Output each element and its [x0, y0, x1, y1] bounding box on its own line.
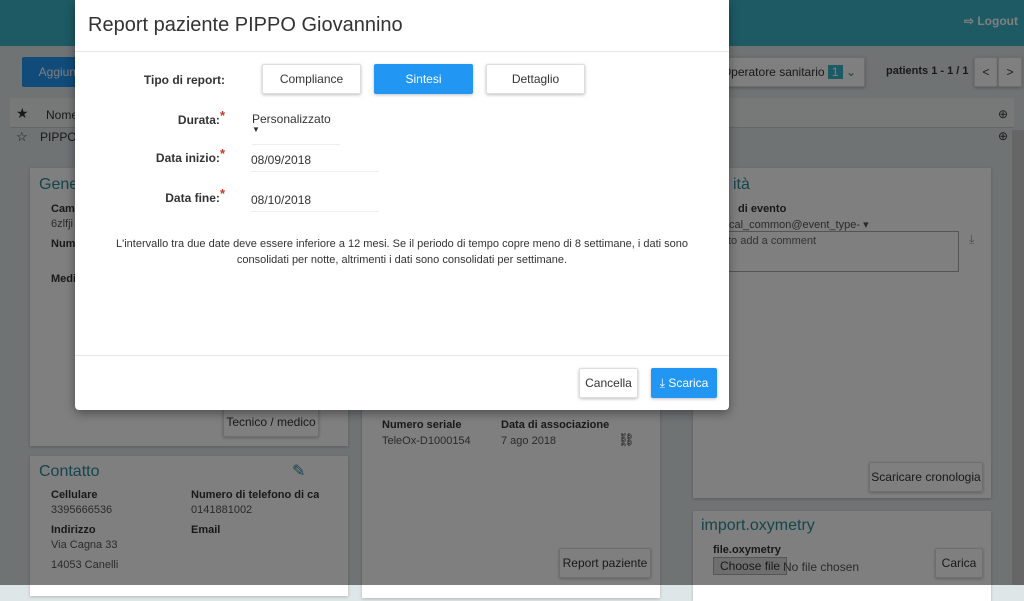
divider	[75, 51, 729, 52]
duration-select[interactable]: Personalizzato ▼	[252, 112, 340, 145]
duration-label: Durata:	[177, 113, 220, 127]
report-type-dettaglio[interactable]: Dettaglio	[486, 64, 585, 94]
download-icon: ⤓	[659, 376, 665, 390]
required-mark: *	[219, 146, 225, 161]
report-type-sintesi[interactable]: Sintesi	[374, 64, 473, 94]
end-date-label: Data fine:	[165, 191, 220, 205]
modal-title: Report paziente PIPPO Giovannino	[88, 14, 403, 36]
divider	[75, 355, 729, 356]
required-mark: *	[219, 186, 225, 201]
required-mark: *	[219, 108, 225, 123]
start-date-input[interactable]: 08/09/2018	[251, 153, 379, 172]
report-modal: Report paziente PIPPO Giovannino Tipo di…	[75, 0, 729, 410]
cancel-button[interactable]: Cancella	[579, 368, 638, 398]
start-date-label: Data inizio:	[155, 151, 220, 165]
end-date-input[interactable]: 08/10/2018	[251, 193, 379, 212]
report-type-compliance[interactable]: Compliance	[262, 64, 361, 94]
report-type-label: Tipo di report:	[143, 73, 225, 87]
caret-down-icon: ▼	[252, 125, 260, 134]
interval-note: L'intervallo tra due date deve essere in…	[116, 238, 688, 266]
download-button[interactable]: ⤓ Scarica	[651, 368, 717, 398]
